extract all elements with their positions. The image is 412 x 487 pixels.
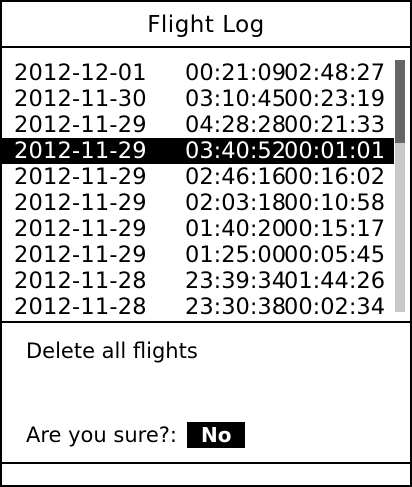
flight-start-time: 00:21:09 [185, 60, 287, 86]
flight-row[interactable]: 2012-11-29 02:46:16 00:16:02 [2, 164, 394, 190]
flight-date: 2012-11-29 [14, 112, 147, 138]
flight-date: 2012-11-28 [14, 268, 147, 294]
flight-start-time: 23:30:38 [185, 294, 287, 320]
flight-row[interactable]: 2012-11-29 04:28:28 00:21:33 [2, 112, 394, 138]
scrollbar[interactable] [395, 60, 405, 312]
flight-duration: 00:15:17 [284, 216, 386, 242]
flight-date: 2012-11-30 [14, 86, 147, 112]
flight-row[interactable]: 2012-11-28 23:30:38 00:02:34 [2, 294, 394, 320]
flight-date: 2012-11-29 [14, 242, 147, 268]
flight-log-screen: Flight Log 2012-12-01 00:21:09 02:48:27 201… [0, 0, 412, 487]
flight-start-time: 01:25:00 [185, 242, 287, 268]
flight-duration: 00:21:33 [284, 112, 386, 138]
flight-duration: 00:23:19 [284, 86, 386, 112]
flight-row[interactable]: 2012-11-29 03:40:52 00:01:01 [2, 138, 394, 164]
flight-start-time: 04:28:28 [185, 112, 287, 138]
flight-row[interactable]: 2012-11-30 03:10:45 00:23:19 [2, 86, 394, 112]
flight-row[interactable]: 2012-11-29 01:25:00 00:05:45 [2, 242, 394, 268]
flight-date: 2012-11-29 [14, 216, 147, 242]
flight-start-time: 03:40:52 [185, 138, 287, 164]
confirm-row: Are you sure?: No [26, 422, 246, 448]
delete-all-flights-option[interactable]: Delete all flights [26, 338, 198, 364]
flight-date: 2012-11-29 [14, 138, 147, 164]
flight-start-time: 02:03:18 [185, 190, 287, 216]
confirm-value-selector[interactable]: No [186, 422, 246, 448]
flight-row[interactable]: 2012-11-28 23:39:34 01:44:26 [2, 268, 394, 294]
flight-start-time: 03:10:45 [185, 86, 287, 112]
confirm-prompt: Are you sure?: [26, 423, 177, 447]
flight-duration: 00:01:01 [284, 138, 386, 164]
screen-title: Flight Log [2, 2, 410, 48]
flight-duration: 02:48:27 [284, 60, 386, 86]
flight-start-time: 23:39:34 [185, 268, 287, 294]
flight-date: 2012-11-29 [14, 164, 147, 190]
scroll-thumb[interactable] [395, 60, 405, 143]
flight-duration: 00:10:58 [284, 190, 386, 216]
flight-date: 2012-12-01 [14, 60, 147, 86]
flight-date: 2012-11-28 [14, 294, 147, 320]
flight-start-time: 01:40:20 [185, 216, 287, 242]
flight-duration: 00:02:34 [284, 294, 386, 320]
flight-list[interactable]: 2012-12-01 00:21:09 02:48:27 2012-11-30 03:1… [2, 48, 410, 323]
flight-duration: 01:44:26 [284, 268, 386, 294]
flight-duration: 00:05:45 [284, 242, 386, 268]
flight-start-time: 02:46:16 [185, 164, 287, 190]
flight-duration: 00:16:02 [284, 164, 386, 190]
flight-row[interactable]: 2012-11-29 01:40:20 00:15:17 [2, 216, 394, 242]
flight-date: 2012-11-29 [14, 190, 147, 216]
bottom-divider [2, 462, 410, 464]
flight-row[interactable]: 2012-11-29 02:03:18 00:10:58 [2, 190, 394, 216]
flight-row[interactable]: 2012-12-01 00:21:09 02:48:27 [2, 60, 394, 86]
